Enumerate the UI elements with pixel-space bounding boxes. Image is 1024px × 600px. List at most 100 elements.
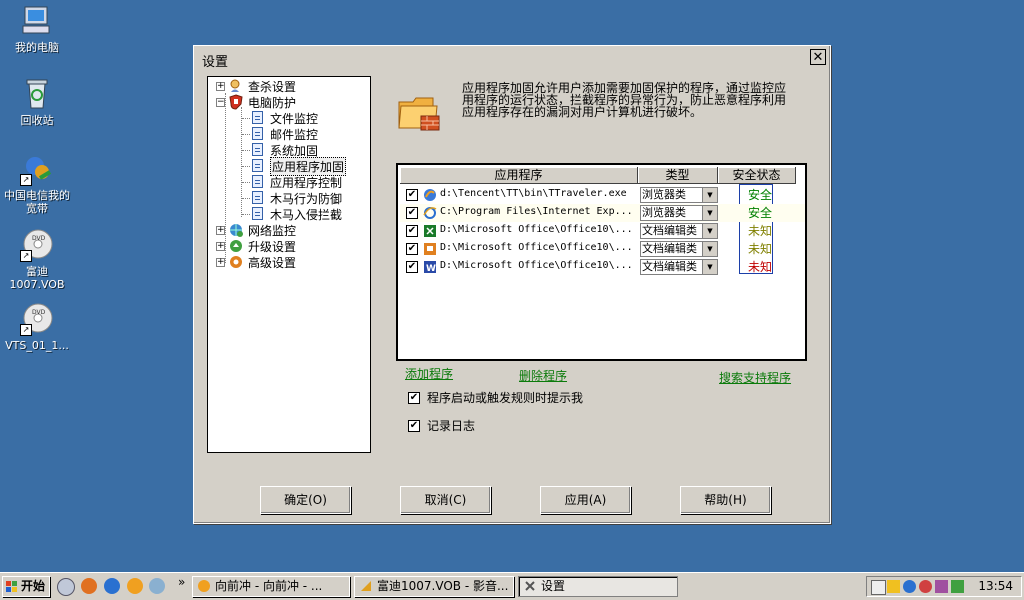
close-button[interactable]: ✕ — [810, 49, 826, 65]
quicklaunch-chevron-icon[interactable]: » — [178, 575, 185, 589]
tree-node-update-settings[interactable]: + 升级设置 — [216, 238, 296, 254]
music-icon[interactable] — [81, 578, 97, 594]
type-dropdown[interactable]: 浏览器类 ▼ — [640, 205, 718, 221]
security-icon[interactable] — [149, 578, 165, 594]
expand-icon[interactable]: + — [216, 241, 225, 251]
type-dropdown[interactable]: 文档编辑类 ▼ — [640, 259, 718, 275]
row-checkbox[interactable]: ✔ — [406, 207, 418, 219]
start-button[interactable]: 开始 — [2, 576, 50, 597]
task-button-music[interactable]: 向前冲 - 向前冲 - ... — [192, 576, 350, 597]
prompt-checkbox[interactable]: ✔ — [408, 391, 420, 404]
folder-icon[interactable] — [887, 580, 900, 593]
tree-node-app-control[interactable]: 应用程序控制 — [250, 174, 342, 190]
tray-app-icon[interactable] — [935, 580, 948, 593]
column-header-app[interactable]: 应用程序 — [400, 167, 638, 184]
table-row[interactable]: ✔ D:\Microsoft Office\Office10\... 文档编辑类… — [400, 222, 805, 240]
log-checkbox[interactable]: ✔ — [408, 419, 420, 432]
tree-connector — [242, 134, 250, 135]
folder-shield-icon — [397, 94, 443, 134]
delete-program-link[interactable]: 删除程序 — [519, 367, 567, 384]
row-checkbox[interactable]: ✔ — [406, 189, 418, 201]
antivirus-icon[interactable] — [919, 580, 932, 593]
row-checkbox[interactable]: ✔ — [406, 243, 418, 255]
task-button-settings[interactable]: 设置 — [518, 576, 678, 597]
desktop-icon-label: VTS_01_1... — [5, 339, 69, 352]
settings-tree: + 查杀设置 − 电脑防护 文件监控 邮件监控 系统加固 应用程序加固 应用程序… — [207, 76, 371, 453]
prompt-on-rule-option[interactable]: ✔ 程序启动或触发规则时提示我 — [408, 389, 583, 406]
svg-text:DVD: DVD — [32, 309, 46, 316]
keyboard-icon[interactable] — [871, 580, 886, 595]
start-label: 开始 — [21, 579, 46, 593]
dropdown-arrow-icon[interactable]: ▼ — [702, 242, 717, 256]
tree-connector — [241, 107, 242, 217]
tree-label: 网络监控 — [248, 223, 297, 238]
task-button-player[interactable]: 富迪1007.VOB - 影音... — [354, 576, 514, 597]
tree-node-app-hardening[interactable]: 应用程序加固 — [250, 156, 347, 176]
app-path: d:\Tencent\TT\bin\TTraveler.exe — [440, 188, 627, 199]
china-telecom-broadband-icon: ↗ — [20, 152, 54, 186]
excel-icon — [423, 224, 437, 238]
search-supported-programs-link[interactable]: 搜索支持程序 — [719, 369, 791, 386]
desktop-icon-my-computer[interactable]: 我的电脑 — [0, 4, 75, 54]
expand-icon[interactable]: + — [216, 257, 225, 267]
tree-label: 木马行为防御 — [270, 191, 343, 206]
ok-button[interactable]: 确定(O) — [260, 486, 351, 514]
tree-node-trojan-behavior[interactable]: 木马行为防御 — [250, 190, 342, 206]
tree-node-scan-settings[interactable]: + 查杀设置 — [216, 78, 296, 94]
tree-node-pc-protection[interactable]: − 电脑防护 — [216, 94, 296, 110]
option-label: 程序启动或触发规则时提示我 — [427, 391, 584, 405]
cancel-button[interactable]: 取消(C) — [400, 486, 491, 514]
table-row[interactable]: ✔ W D:\Microsoft Office\Office10\... 文档编… — [400, 258, 805, 276]
table-row[interactable]: ✔ C:\Program Files\Internet Exp... 浏览器类 ▼… — [400, 204, 805, 222]
ie-icon[interactable] — [104, 578, 120, 594]
task-label: 设置 — [541, 579, 566, 593]
tree-node-trojan-intrusion[interactable]: 木马入侵拦截 — [250, 206, 342, 222]
dropdown-arrow-icon[interactable]: ▼ — [702, 224, 717, 238]
desktop-icon-dvd-vob[interactable]: DVD ↗ 富迪 1007.VOB — [0, 228, 75, 291]
tree-node-file-monitor[interactable]: 文件监控 — [250, 110, 318, 126]
dropdown-arrow-icon[interactable]: ▼ — [702, 188, 717, 202]
column-header-status[interactable]: 安全状态 — [718, 167, 796, 184]
row-checkbox[interactable]: ✔ — [406, 261, 418, 273]
expand-icon[interactable]: + — [216, 225, 225, 235]
tree-node-mail-monitor[interactable]: 邮件监控 — [250, 126, 318, 142]
dvd-icon: DVD ↗ — [20, 228, 54, 262]
tree-node-network-monitor[interactable]: + 网络监控 — [216, 222, 296, 238]
app-path: D:\Microsoft Office\Office10\... — [440, 224, 633, 235]
umbrella-icon[interactable] — [951, 580, 964, 593]
help-button[interactable]: 帮助(H) — [680, 486, 771, 514]
taskbar: 开始 » 向前冲 - 向前冲 - ... 富迪1007.VOB - 影音... … — [0, 572, 1024, 600]
desktop-icon-label: 中国电信我的宽带 — [4, 189, 70, 215]
add-program-link[interactable]: 添加程序 — [405, 365, 453, 382]
dropdown-arrow-icon[interactable]: ▼ — [702, 206, 717, 220]
doc-icon — [250, 142, 266, 158]
tree-connector — [242, 198, 250, 199]
desktop-icon-recycle-bin[interactable]: 回收站 — [0, 77, 75, 127]
row-checkbox[interactable]: ✔ — [406, 225, 418, 237]
tree-connector — [242, 214, 250, 215]
dialog-titlebar[interactable]: 设置 ✕ — [196, 48, 828, 70]
dropdown-arrow-icon[interactable]: ▼ — [702, 260, 717, 274]
desktop-icon-china-telecom[interactable]: ↗ 中国电信我的宽带 — [0, 152, 75, 215]
desktop-icon-vts[interactable]: DVD ↗ VTS_01_1... — [0, 302, 75, 352]
type-value: 文档编辑类 — [642, 224, 697, 237]
table-row[interactable]: ✔ d:\Tencent\TT\bin\TTraveler.exe 浏览器类 ▼ … — [400, 186, 805, 204]
type-dropdown[interactable]: 浏览器类 ▼ — [640, 187, 718, 203]
network-icon[interactable] — [903, 580, 916, 593]
security-status: 未知 — [747, 260, 772, 274]
apply-button[interactable]: 应用(A) — [540, 486, 631, 514]
log-option[interactable]: ✔ 记录日志 — [408, 417, 475, 434]
type-dropdown[interactable]: 文档编辑类 ▼ — [640, 223, 718, 239]
clock: 13:54 — [978, 579, 1013, 593]
expand-icon[interactable]: + — [216, 81, 225, 91]
type-dropdown[interactable]: 文档编辑类 ▼ — [640, 241, 718, 257]
network-icon — [228, 222, 244, 238]
chat-icon[interactable] — [127, 578, 143, 594]
tree-node-advanced-settings[interactable]: + 高级设置 — [216, 254, 296, 270]
table-row[interactable]: ✔ D:\Microsoft Office\Office10\... 文档编辑类… — [400, 240, 805, 258]
column-header-type[interactable]: 类型 — [638, 167, 718, 184]
doc-icon — [250, 158, 266, 174]
type-value: 浏览器类 — [642, 206, 686, 219]
collapse-icon[interactable]: − — [216, 97, 225, 107]
media-player-icon[interactable] — [57, 578, 75, 596]
